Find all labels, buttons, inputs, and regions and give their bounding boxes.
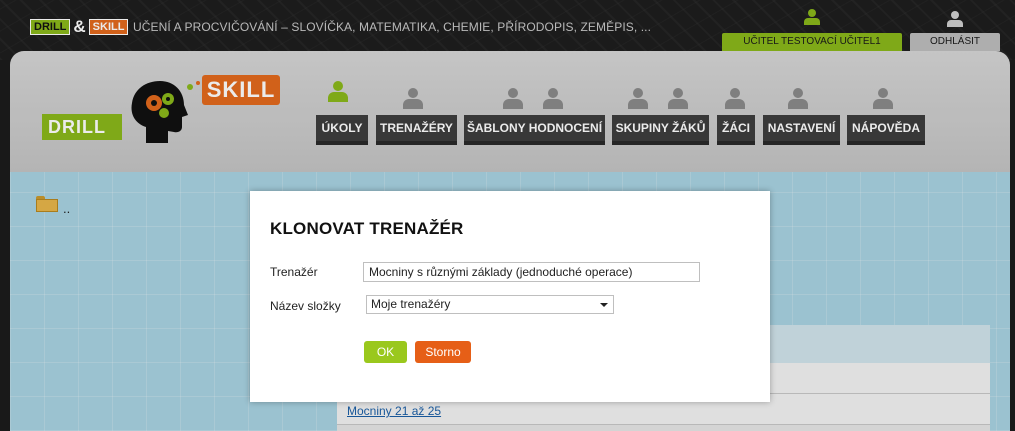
folder-select-value: Moje trenažéry [371, 297, 451, 311]
chevron-down-icon [600, 303, 608, 307]
ok-button[interactable]: OK [364, 341, 407, 363]
folder-select[interactable]: Moje trenažéry [366, 295, 614, 314]
folder-field-label: Název složky [270, 299, 341, 313]
trainer-name-input[interactable]: Mocniny s různými základy (jednoduché op… [363, 262, 700, 282]
dialog-title: KLONOVAT TRENAŽÉR [270, 219, 464, 238]
cancel-button[interactable]: Storno [415, 341, 471, 363]
trainer-field-label: Trenažér [270, 265, 318, 279]
